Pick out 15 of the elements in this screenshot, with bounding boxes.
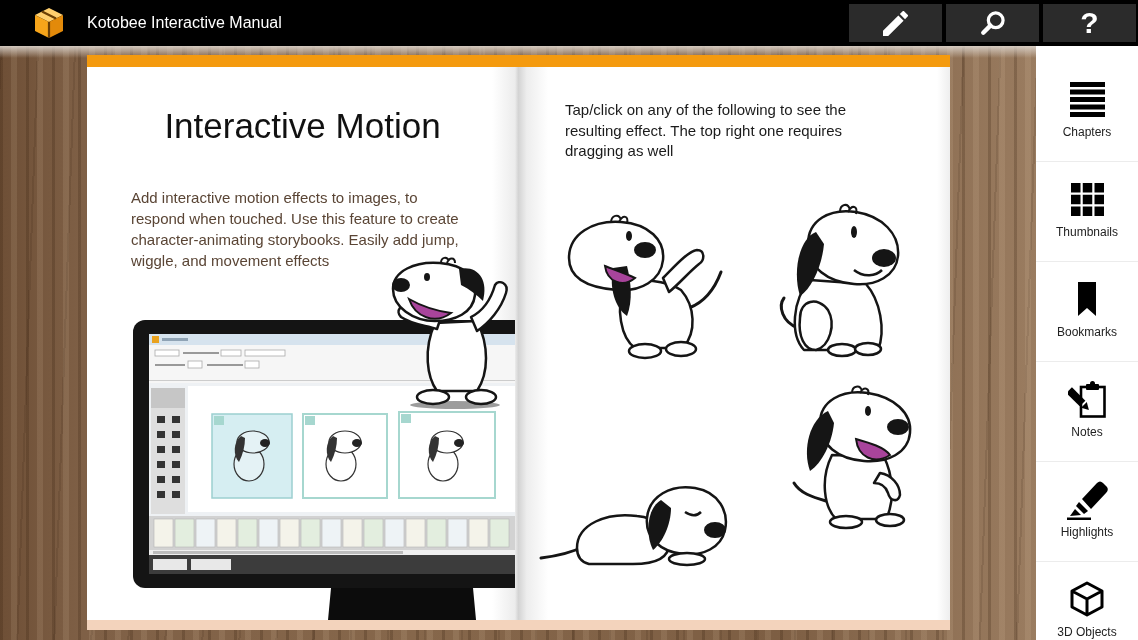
app-title: Kotobee Interactive Manual	[87, 14, 282, 32]
page-paragraph: Tap/click on any of the following to see the resulting effect. The top right one requires dragging as well	[565, 100, 847, 161]
grid-icon	[1070, 182, 1104, 216]
list-icon	[1069, 81, 1105, 117]
help-button[interactable]: ?	[1043, 4, 1136, 42]
page-paragraph: Add interactive motion effects to images, to respond when touched. Use this feature to create character-animating storybooks. Easily add jump, wiggle, and movement effects	[131, 188, 460, 271]
cube-icon	[1069, 581, 1105, 617]
bookmark-icon	[1078, 282, 1096, 316]
search-button[interactable]	[946, 4, 1039, 42]
edit-button[interactable]	[849, 4, 942, 42]
clipboard-pencil-icon	[1068, 380, 1106, 418]
pencil-icon	[883, 10, 908, 36]
page-title: Interactive Motion	[164, 106, 441, 146]
search-icon	[979, 10, 1006, 36]
box-logo-icon	[33, 7, 65, 39]
